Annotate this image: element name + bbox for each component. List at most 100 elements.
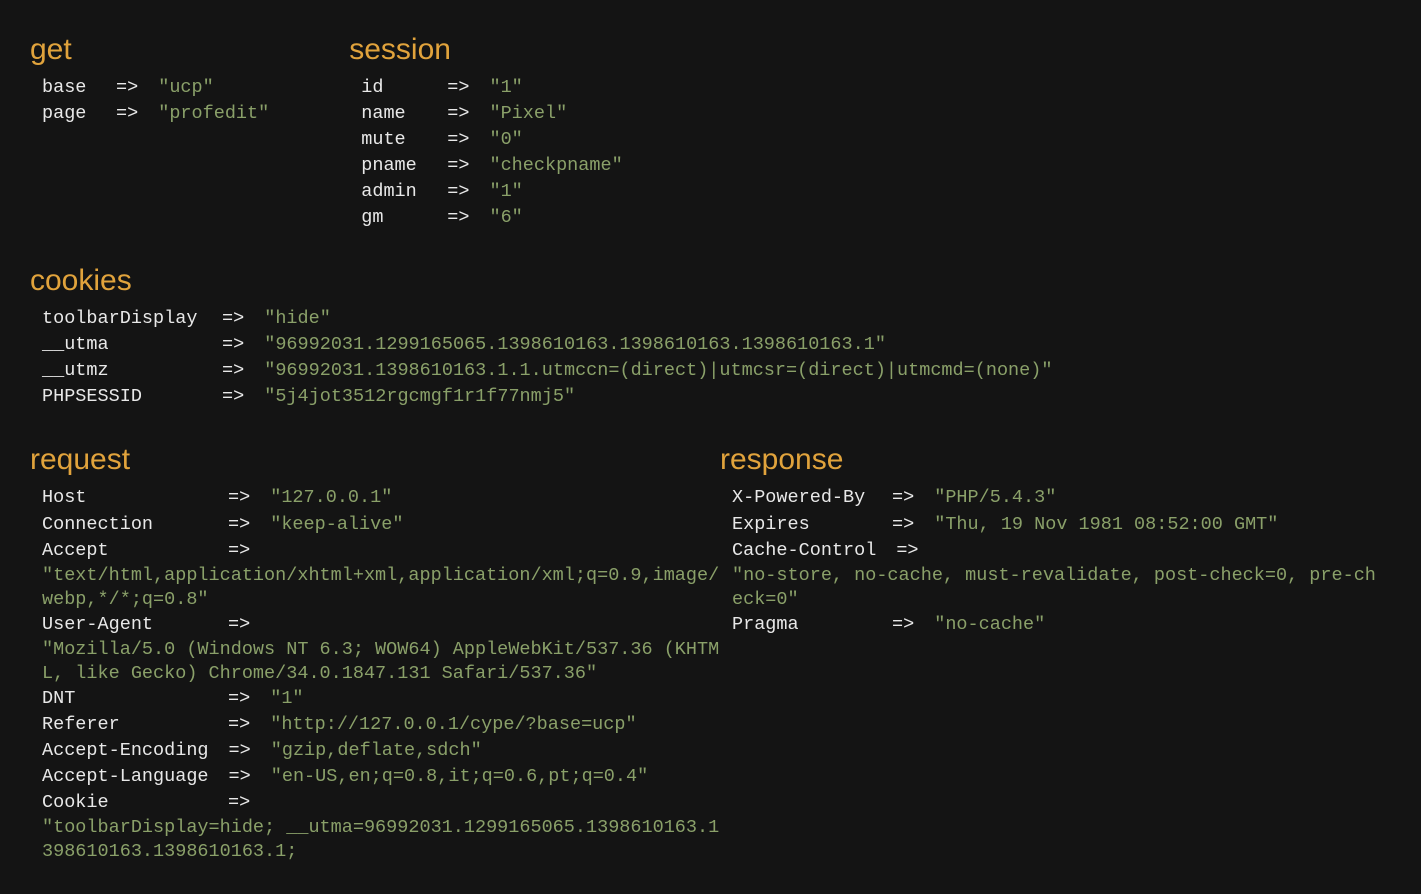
response-value: "no-cache" xyxy=(934,613,1045,637)
request-key: Accept xyxy=(42,539,208,563)
request-row: DNT=>"1" xyxy=(42,686,720,712)
heading-request: request xyxy=(30,440,720,479)
response-key: Pragma xyxy=(732,613,872,637)
response-value-wrap: "no-store, no-cache, must-revalidate, po… xyxy=(732,564,1380,612)
response-row: Cache-Control=> xyxy=(732,538,1380,564)
arrow: => xyxy=(209,739,271,763)
arrow: => xyxy=(202,333,264,357)
session-key: admin xyxy=(361,180,427,204)
cookies-row: __utmz=>"96992031.1398610163.1.1.utmccn=… xyxy=(42,358,1391,384)
cookies-value: "hide" xyxy=(264,307,331,331)
arrow: => xyxy=(208,513,270,537)
session-value: "checkpname" xyxy=(489,154,622,178)
request-row: Accept-Encoding=>"gzip,deflate,sdch" xyxy=(42,738,720,764)
cookies-value: "96992031.1398610163.1.1.utmccn=(direct)… xyxy=(264,359,1052,383)
response-table: X-Powered-By=>"PHP/5.4.3"Expires=>"Thu, … xyxy=(720,485,1380,637)
session-key: id xyxy=(361,76,427,100)
cookies-key: toolbarDisplay xyxy=(42,307,202,331)
request-value-wrap: "Mozilla/5.0 (Windows NT 6.3; WOW64) App… xyxy=(42,638,720,686)
arrow: => xyxy=(427,154,489,178)
arrow: => xyxy=(872,486,934,510)
arrow: => xyxy=(427,76,489,100)
response-row: Pragma=>"no-cache" xyxy=(732,612,1380,638)
cookies-row: __utma=>"96992031.1299165065.1398610163.… xyxy=(42,332,1391,358)
session-row: gm=>"6" xyxy=(361,205,622,231)
get-table: base=>"ucp"page=>"profedit" xyxy=(30,75,269,127)
session-row: name=>"Pixel" xyxy=(361,101,622,127)
cookies-row: PHPSESSID=>"5j4jot3512rgcmgf1r1f77nmj5" xyxy=(42,384,1391,410)
session-key: name xyxy=(361,102,427,126)
request-key: Cookie xyxy=(42,791,208,815)
request-value-wrap: "toolbarDisplay=hide; __utma=96992031.12… xyxy=(42,816,720,864)
request-value: "keep-alive" xyxy=(270,513,403,537)
heading-cookies: cookies xyxy=(30,261,1391,300)
request-key: Referer xyxy=(42,713,208,737)
cookies-table: toolbarDisplay=>"hide"__utma=>"96992031.… xyxy=(30,306,1391,410)
section-cookies: cookies toolbarDisplay=>"hide"__utma=>"9… xyxy=(30,261,1391,410)
arrow: => xyxy=(427,128,489,152)
cookies-key: PHPSESSID xyxy=(42,385,202,409)
session-value: "Pixel" xyxy=(489,102,567,126)
request-value: "http://127.0.0.1/cype/?base=ucp" xyxy=(270,713,636,737)
session-row: pname=>"checkpname" xyxy=(361,153,622,179)
response-row: X-Powered-By=>"PHP/5.4.3" xyxy=(732,485,1380,511)
request-value: "gzip,deflate,sdch" xyxy=(271,739,482,763)
arrow: => xyxy=(208,539,270,563)
arrow: => xyxy=(208,791,270,815)
heading-session: session xyxy=(349,30,622,69)
cookies-value: "96992031.1299165065.1398610163.13986101… xyxy=(264,333,886,357)
request-key: DNT xyxy=(42,687,208,711)
session-row: mute=>"0" xyxy=(361,127,622,153)
session-row: id=>"1" xyxy=(361,75,622,101)
arrow: => xyxy=(208,613,270,637)
cookies-row: toolbarDisplay=>"hide" xyxy=(42,306,1391,332)
response-row: Expires=>"Thu, 19 Nov 1981 08:52:00 GMT" xyxy=(732,512,1380,538)
request-row: Connection=>"keep-alive" xyxy=(42,512,720,538)
response-key: X-Powered-By xyxy=(732,486,872,510)
arrow: => xyxy=(427,206,489,230)
request-row: Cookie=> xyxy=(42,790,720,816)
session-value: "1" xyxy=(489,76,522,100)
arrow: => xyxy=(427,102,489,126)
get-key: page xyxy=(42,102,96,126)
arrow: => xyxy=(872,513,934,537)
get-value: "ucp" xyxy=(158,76,214,100)
request-row: Host=>"127.0.0.1" xyxy=(42,485,720,511)
arrow: => xyxy=(96,102,158,126)
response-value: "Thu, 19 Nov 1981 08:52:00 GMT" xyxy=(934,513,1278,537)
session-value: "6" xyxy=(489,206,522,230)
arrow: => xyxy=(202,359,264,383)
request-key: User-Agent xyxy=(42,613,208,637)
get-value: "profedit" xyxy=(158,102,269,126)
section-session: session id=>"1"name=>"Pixel"mute=>"0"pna… xyxy=(349,30,622,231)
cookies-key: __utmz xyxy=(42,359,202,383)
arrow: => xyxy=(202,385,264,409)
request-key: Host xyxy=(42,486,208,510)
response-key: Expires xyxy=(732,513,872,537)
request-row: Accept-Language=>"en-US,en;q=0.8,it;q=0.… xyxy=(42,764,720,790)
heading-response: response xyxy=(720,440,1380,479)
request-key: Accept-Language xyxy=(42,765,209,789)
request-value: "en-US,en;q=0.8,it;q=0.6,pt;q=0.4" xyxy=(271,765,648,789)
get-row: base=>"ucp" xyxy=(42,75,269,101)
request-table: Host=>"127.0.0.1"Connection=>"keep-alive… xyxy=(30,485,720,864)
heading-get: get xyxy=(30,30,269,69)
section-response: response X-Powered-By=>"PHP/5.4.3"Expire… xyxy=(720,440,1380,864)
session-value: "1" xyxy=(489,180,522,204)
arrow: => xyxy=(96,76,158,100)
request-row: Accept=> xyxy=(42,538,720,564)
response-key: Cache-Control xyxy=(732,539,876,563)
request-row: User-Agent=> xyxy=(42,612,720,638)
request-value: "127.0.0.1" xyxy=(270,486,392,510)
session-key: mute xyxy=(361,128,427,152)
cookies-value: "5j4jot3512rgcmgf1r1f77nmj5" xyxy=(264,385,575,409)
top-row: get base=>"ucp"page=>"profedit" session … xyxy=(30,30,1391,261)
req-resp-row: request Host=>"127.0.0.1"Connection=>"ke… xyxy=(30,440,1391,894)
session-value: "0" xyxy=(489,128,522,152)
session-row: admin=>"1" xyxy=(361,179,622,205)
arrow: => xyxy=(208,687,270,711)
request-value: "1" xyxy=(270,687,303,711)
arrow: => xyxy=(876,539,938,563)
arrow: => xyxy=(208,713,270,737)
section-request: request Host=>"127.0.0.1"Connection=>"ke… xyxy=(30,440,720,864)
